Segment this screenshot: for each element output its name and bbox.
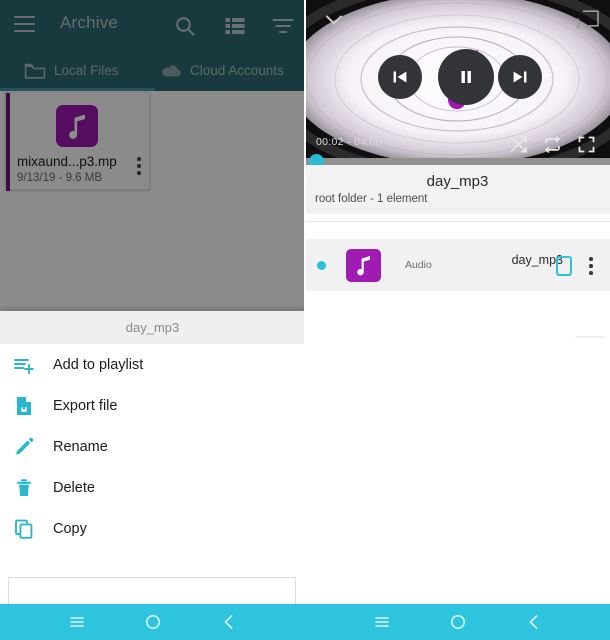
home-circle-icon[interactable]	[143, 612, 163, 632]
file-context-menu: day_mp3 Add to playlist Export file Rena…	[0, 311, 305, 604]
media-player-panel: 00:02 - 04:00 day_mp3 root folder - 1 el…	[305, 0, 610, 604]
back-chevron-icon[interactable]	[219, 612, 239, 632]
sort-filter-icon[interactable]	[271, 14, 295, 38]
skip-next-icon[interactable]	[498, 55, 542, 99]
menu-item-label: Export file	[53, 397, 118, 414]
recents-icon[interactable]	[67, 612, 87, 632]
tab-local-files[interactable]: Local Files	[24, 50, 119, 91]
recents-icon[interactable]	[372, 612, 392, 632]
hamburger-icon[interactable]	[14, 16, 35, 33]
menu-item-delete[interactable]: Delete	[0, 467, 305, 508]
seek-slider[interactable]	[305, 154, 610, 169]
track-type-label: Audio	[405, 259, 432, 271]
folder-icon	[24, 62, 46, 80]
repeat-icon[interactable]	[543, 135, 562, 154]
trash-icon	[13, 477, 35, 499]
system-navigation-bar	[0, 604, 610, 640]
back-chevron-icon[interactable]	[524, 612, 544, 632]
pencil-icon	[13, 436, 35, 458]
pause-icon[interactable]	[438, 49, 494, 105]
export-file-icon	[13, 395, 35, 417]
more-vertical-icon[interactable]	[589, 257, 593, 275]
cast-icon[interactable]	[576, 8, 600, 30]
menu-item-label: Delete	[53, 479, 95, 496]
file-manager-tabs: Local Files Cloud Accounts	[0, 50, 305, 91]
music-note-icon	[56, 105, 98, 147]
tab-cloud-accounts[interactable]: Cloud Accounts	[160, 50, 284, 91]
file-meta: 9/13/19 - 9.6 MB	[17, 172, 103, 184]
skip-previous-icon[interactable]	[378, 55, 422, 99]
page-title: Archive	[60, 13, 119, 32]
menu-item-export-file[interactable]: Export file	[0, 385, 305, 426]
track-name: day_mp3	[511, 253, 563, 267]
music-note-icon	[346, 249, 381, 282]
more-vertical-icon[interactable]	[137, 157, 141, 175]
menu-item-copy[interactable]: Copy	[0, 508, 305, 549]
fullscreen-icon[interactable]	[577, 135, 596, 154]
player-artwork-area[interactable]: 00:02 - 04:00	[305, 0, 610, 158]
status-dot	[317, 261, 326, 270]
context-menu-title: day_mp3	[125, 320, 180, 335]
tab-cloud-accounts-label: Cloud Accounts	[190, 63, 284, 78]
menu-item-label: Add to playlist	[53, 356, 144, 373]
panel-divider	[304, 0, 306, 604]
list-divider	[305, 221, 610, 222]
file-manager-appbar: Archive	[0, 0, 305, 50]
screen: Archive Local Files Cloud Accounts mixau…	[0, 0, 610, 640]
menu-item-label: Rename	[53, 438, 108, 455]
folder-info-header: day_mp3 root folder - 1 element	[305, 165, 610, 214]
menu-item-label: Copy	[53, 520, 87, 537]
home-circle-icon[interactable]	[448, 612, 468, 632]
context-menu-next-item-partial[interactable]	[8, 577, 296, 604]
copy-icon	[13, 518, 35, 540]
context-menu-header: day_mp3	[0, 311, 305, 344]
folder-subtitle: root folder - 1 element	[315, 193, 428, 205]
menu-item-add-to-playlist[interactable]: Add to playlist	[0, 344, 305, 385]
file-card-accent	[6, 93, 10, 191]
track-list-item[interactable]: Audio day_mp3	[305, 239, 610, 291]
folder-title: day_mp3	[426, 173, 489, 190]
playlist-add-icon	[13, 354, 35, 376]
shuffle-icon[interactable]	[509, 135, 528, 154]
context-menu-list: Add to playlist Export file Rename Delet…	[0, 344, 305, 549]
file-name: mixaund...p3.mp3	[17, 154, 117, 169]
list-view-icon[interactable]	[223, 14, 247, 38]
menu-item-rename[interactable]: Rename	[0, 426, 305, 467]
phone-icon[interactable]	[555, 255, 573, 277]
right-panel-edge-hint	[575, 336, 605, 338]
tab-local-files-label: Local Files	[54, 63, 119, 78]
chevron-down-icon[interactable]	[323, 9, 345, 31]
search-icon[interactable]	[173, 14, 197, 38]
cloud-icon	[160, 62, 182, 80]
file-card-meta: mixaund...p3.mp3 9/13/19 - 9.6 MB	[17, 153, 117, 186]
player-time-label: 00:02 - 04:00	[316, 136, 382, 148]
file-card[interactable]: mixaund...p3.mp3 9/13/19 - 9.6 MB	[5, 92, 150, 191]
